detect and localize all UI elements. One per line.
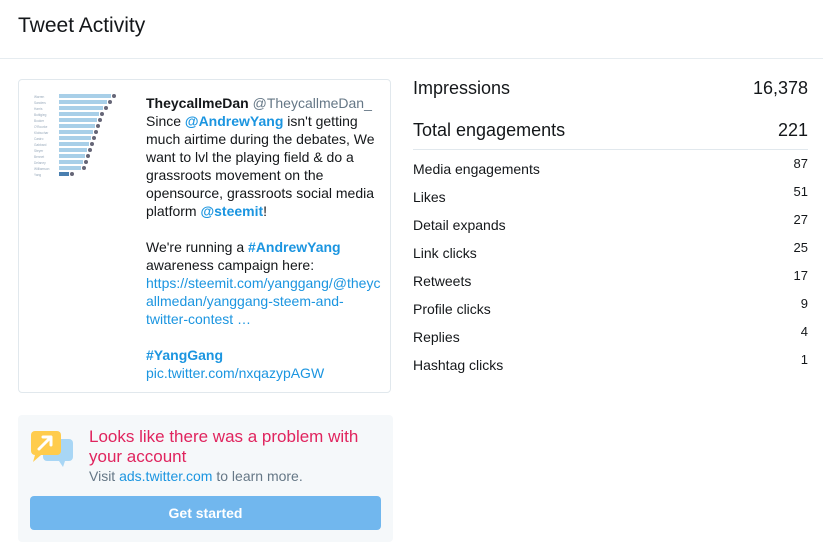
svg-text:Bennet: Bennet (34, 155, 44, 159)
svg-text:Delaney: Delaney (34, 161, 46, 165)
engagements-label: Total engagements (413, 120, 566, 140)
tweet-line: Since @AndrewYang isn't getting (146, 113, 358, 129)
svg-text:Harris: Harris (34, 107, 43, 111)
svg-text:Yang: Yang (34, 173, 41, 177)
metric-row-hashtag-clicks: Hashtag clicks 1 (413, 352, 808, 373)
svg-text:Steyer: Steyer (34, 149, 44, 153)
impressions-row: Impressions 16,378 (413, 78, 808, 102)
svg-text:Buttigieg: Buttigieg (34, 113, 47, 117)
tweet-media-thumbnail[interactable]: Warren Sanders Harris Buttigieg Booker O'Rou… (32, 90, 132, 190)
metric-row-likes: Likes 51 (413, 184, 808, 205)
mention-steemit[interactable]: @steemit (200, 203, 263, 219)
ads-twitter-link[interactable]: ads.twitter.com (119, 468, 212, 484)
metric-row-link-clicks: Link clicks 25 (413, 240, 808, 261)
engagements-value: 221 (777, 120, 808, 140)
author-name[interactable]: TheycallmeDan (146, 95, 249, 111)
tweet-line: awareness campaign here: (146, 257, 315, 273)
svg-text:Castro: Castro (34, 137, 44, 141)
ad-problem-title: Looks like there was a problem with your… (89, 427, 359, 466)
tweet-author-line: TheycallmeDan @TheycallmeDan_ (146, 94, 386, 112)
svg-text:Gabbard: Gabbard (34, 143, 47, 147)
tweet-line: much airtime during the debates, We (146, 131, 375, 147)
mention-andrewyang[interactable]: @AndrewYang (185, 113, 283, 129)
metric-row-replies: Replies 4 (413, 324, 808, 345)
ad-subtitle: Visit ads.twitter.com to learn more. (89, 468, 303, 484)
tweet-link[interactable]: allmedan/yanggang-steem-and- (146, 292, 386, 310)
tweet-card[interactable]: Warren Sanders Harris Buttigieg Booker O'Rou… (18, 79, 391, 393)
svg-text:Klobuchar: Klobuchar (34, 131, 49, 135)
author-handle[interactable]: @TheycallmeDan_ (253, 95, 372, 111)
page-header: Tweet Activity (0, 0, 823, 59)
hashtag-yanggang[interactable]: #YangGang (146, 346, 386, 364)
svg-text:O'Rourke: O'Rourke (34, 125, 48, 129)
tweet-line: We're running a #AndrewYang (146, 239, 341, 255)
megaphone-arrow-icon (31, 431, 73, 467)
tweet-link[interactable]: https://steemit.com/yanggang/@theyc (146, 274, 386, 292)
metric-row-media-engagements: Media engagements 87 (413, 156, 808, 177)
impressions-label: Impressions (413, 78, 511, 98)
tweet-link[interactable]: twitter-contest … (146, 310, 386, 328)
page-title: Tweet Activity (18, 14, 146, 37)
svg-text:Warren: Warren (34, 95, 45, 99)
tweet-line: want to lvl the playing field & do a (146, 149, 354, 165)
tweet-line: grassroots movement on the (146, 167, 324, 183)
impressions-value: 16,378 (752, 78, 808, 98)
ads-account-notice: Looks like there was a problem with your… (18, 415, 393, 542)
tweet-line: opensource, grassroots social media (146, 185, 375, 201)
hashtag-andrewyang[interactable]: #AndrewYang (248, 239, 341, 255)
engagements-row: Total engagements 221 (413, 120, 808, 144)
svg-text:Booker: Booker (34, 119, 45, 123)
tweet-media-link[interactable]: pic.twitter.com/nxqazypAGW (146, 364, 386, 382)
divider (413, 149, 808, 150)
svg-text:Williamson: Williamson (34, 167, 50, 171)
metric-row-retweets: Retweets 17 (413, 268, 808, 289)
tweet-text: TheycallmeDan @TheycallmeDan_ Since @And… (146, 94, 386, 382)
tweet-line: platform @steemit! (146, 203, 268, 219)
get-started-button[interactable]: Get started (30, 496, 381, 530)
metric-row-detail-expands: Detail expands 27 (413, 212, 808, 233)
metric-row-profile-clicks: Profile clicks 9 (413, 296, 808, 317)
svg-text:Sanders: Sanders (34, 101, 46, 105)
